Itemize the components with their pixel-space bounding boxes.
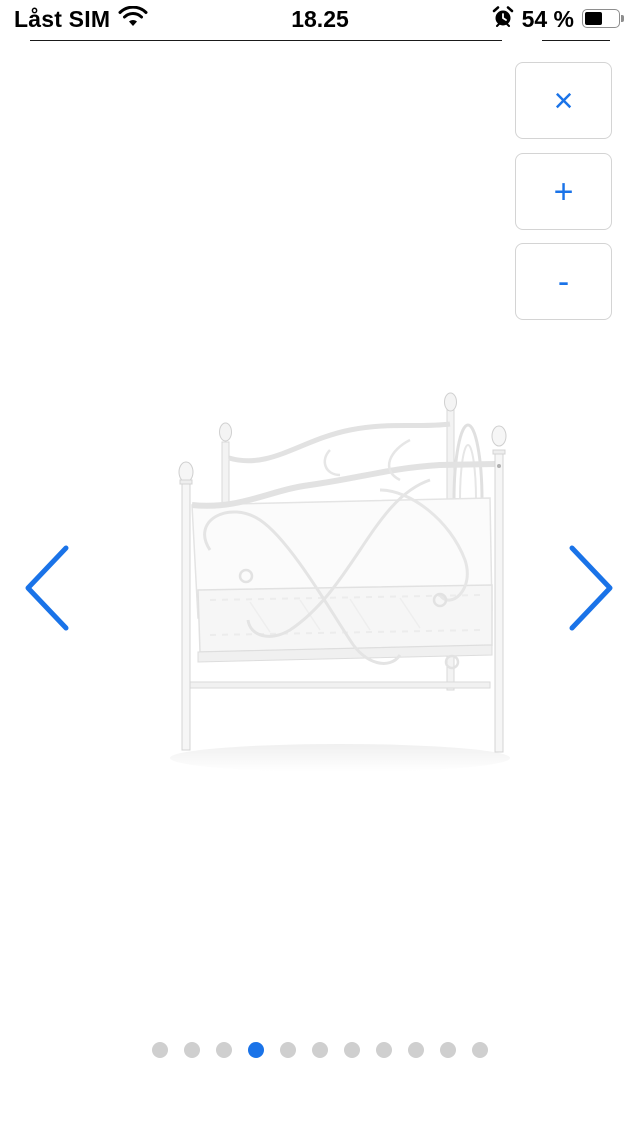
chevron-left-icon bbox=[25, 545, 69, 631]
chevron-right-icon bbox=[569, 545, 613, 631]
pagination-dot[interactable] bbox=[184, 1042, 200, 1058]
pagination-dot[interactable] bbox=[280, 1042, 296, 1058]
zoom-in-button[interactable]: + bbox=[515, 153, 612, 230]
status-divider bbox=[30, 40, 502, 41]
pagination-dot[interactable] bbox=[472, 1042, 488, 1058]
battery-icon bbox=[582, 9, 626, 30]
pagination-dots bbox=[0, 1042, 640, 1058]
pagination-dot[interactable] bbox=[216, 1042, 232, 1058]
alarm-icon bbox=[492, 6, 514, 33]
image-viewer-screen: Låst SIM 18.25 54 % × + - bbox=[0, 0, 640, 1136]
product-image[interactable] bbox=[150, 380, 530, 790]
pagination-dot-active[interactable] bbox=[248, 1042, 264, 1058]
status-divider-right bbox=[542, 40, 610, 41]
status-bar: Låst SIM 18.25 54 % bbox=[0, 0, 640, 41]
zoom-out-button[interactable]: - bbox=[515, 243, 612, 320]
battery-percent: 54 % bbox=[521, 6, 574, 32]
plus-icon: + bbox=[553, 172, 574, 211]
pagination-dot[interactable] bbox=[152, 1042, 168, 1058]
pagination-dot[interactable] bbox=[312, 1042, 328, 1058]
minus-icon: - bbox=[557, 262, 570, 301]
close-button[interactable]: × bbox=[515, 62, 612, 139]
pagination-dot[interactable] bbox=[344, 1042, 360, 1058]
close-icon: × bbox=[553, 81, 574, 120]
status-right: 54 % bbox=[492, 6, 626, 33]
pagination-dot[interactable] bbox=[376, 1042, 392, 1058]
previous-image-button[interactable] bbox=[18, 540, 78, 636]
next-image-button[interactable] bbox=[562, 540, 622, 636]
pagination-dot[interactable] bbox=[408, 1042, 424, 1058]
pagination-dot[interactable] bbox=[440, 1042, 456, 1058]
